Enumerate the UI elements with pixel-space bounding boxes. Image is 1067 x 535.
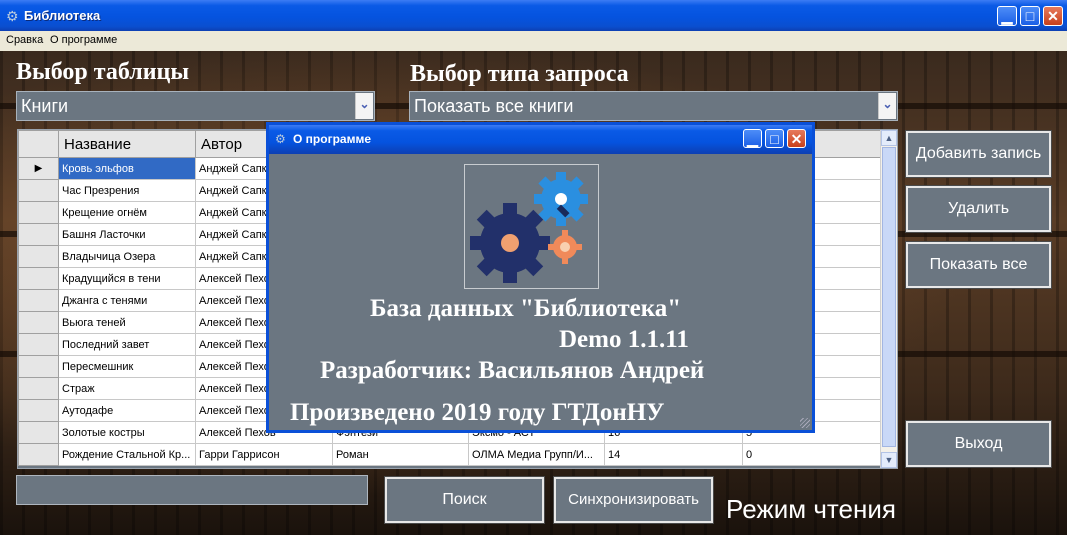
cell-title[interactable]: Час Презрения <box>58 179 196 202</box>
minimize-icon: ▁ <box>747 131 758 147</box>
cell-title[interactable]: Рождение Стальной Кр... <box>58 443 196 466</box>
search-button[interactable]: Поиск <box>384 476 545 524</box>
row-header[interactable]: ▶ <box>18 157 59 180</box>
grid-vertical-scrollbar[interactable]: ▲ ▼ <box>880 130 897 468</box>
maximize-icon: □ <box>1025 8 1035 24</box>
scroll-up-button[interactable]: ▲ <box>881 130 897 146</box>
cell-title[interactable]: Последний завет <box>58 333 196 356</box>
delete-button[interactable]: Удалить <box>905 185 1052 233</box>
menu-item-about[interactable]: О программе <box>50 34 117 46</box>
cell-count[interactable]: 14 <box>604 443 743 466</box>
table-row[interactable]: Рождение Стальной Кр... Гарри Гаррисон Ром… <box>18 443 881 466</box>
cell-title[interactable]: Золотые костры <box>58 421 196 444</box>
query-select-label: Выбор типа запроса <box>410 61 629 87</box>
row-header[interactable] <box>18 223 59 246</box>
cell-title[interactable]: Башня Ласточки <box>58 223 196 246</box>
menu-bar: Сравка О программе <box>0 31 1067 51</box>
cell-title[interactable]: Вьюга теней <box>58 311 196 334</box>
cell-title[interactable]: Аутодафе <box>58 399 196 422</box>
menu-item-spravka[interactable]: Сравка <box>6 34 43 46</box>
maximize-button[interactable]: □ <box>1020 6 1040 26</box>
cell-available[interactable]: 0 <box>742 443 881 466</box>
search-input[interactable] <box>16 475 368 505</box>
chevron-down-icon: ⌄ <box>359 97 370 111</box>
exit-button[interactable]: Выход <box>905 420 1052 468</box>
row-header[interactable] <box>18 245 59 268</box>
row-header[interactable] <box>18 443 59 466</box>
about-dialog-title: О программе <box>293 132 372 146</box>
cell-title[interactable]: Кровь эльфов <box>58 157 196 180</box>
row-header[interactable] <box>18 201 59 224</box>
mode-label: Режим чтения <box>726 494 896 524</box>
row-header[interactable] <box>18 399 59 422</box>
row-header[interactable] <box>18 179 59 202</box>
dialog-maximize-button[interactable]: □ <box>765 129 784 148</box>
row-header[interactable] <box>18 267 59 290</box>
sync-button[interactable]: Синхронизировать <box>553 476 714 524</box>
app-logo <box>464 164 599 289</box>
table-select-value: Книги <box>21 96 69 116</box>
dialog-close-button[interactable]: ✕ <box>787 129 806 148</box>
cell-title[interactable]: Крещение огнём <box>58 201 196 224</box>
gear-icon: ⚙ <box>6 8 19 24</box>
minimize-button[interactable]: ▁ <box>997 6 1017 26</box>
main-titlebar[interactable]: ⚙ Библиотека ▁ □ ✕ <box>0 0 1067 31</box>
row-header[interactable] <box>18 311 59 334</box>
cell-title[interactable]: Владычица Озера <box>58 245 196 268</box>
window-title: Библиотека <box>24 8 101 23</box>
query-select[interactable]: Показать все книги ⌄ <box>409 91 898 121</box>
gear-icon: ⚙ <box>275 132 286 146</box>
resize-grip[interactable] <box>800 418 810 428</box>
about-dialog: ⚙ О программе ▁ □ ✕ База данных "Библиот… <box>266 122 815 433</box>
chevron-down-icon: ⌄ <box>882 97 893 111</box>
about-app-name: База данных "Библиотека" <box>370 295 682 322</box>
add-record-button[interactable]: Добавить запись <box>905 130 1052 178</box>
about-produced: Произведено 2019 году ГТДонНУ <box>290 399 665 426</box>
table-select-label: Выбор таблицы <box>16 59 190 85</box>
cell-title[interactable]: Крадущийся в тени <box>58 267 196 290</box>
close-button[interactable]: ✕ <box>1043 6 1063 26</box>
minimize-icon: ▁ <box>1001 8 1013 24</box>
cell-title[interactable]: Джанга с тенями <box>58 289 196 312</box>
row-header[interactable] <box>18 289 59 312</box>
query-select-dropdown-button[interactable]: ⌄ <box>878 93 896 119</box>
column-header-title[interactable]: Название <box>58 130 196 158</box>
gears-icon <box>470 172 588 283</box>
row-header[interactable] <box>18 355 59 378</box>
cell-author[interactable]: Гарри Гаррисон <box>195 443 333 466</box>
cell-publisher[interactable]: ОЛМА Медиа Групп/И... <box>468 443 605 466</box>
row-header[interactable] <box>18 421 59 444</box>
close-icon: ✕ <box>790 131 803 147</box>
show-all-button[interactable]: Показать все <box>905 241 1052 289</box>
table-select[interactable]: Книги ⌄ <box>16 91 375 121</box>
cell-title[interactable]: Пересмешник <box>58 355 196 378</box>
cell-genre[interactable]: Роман <box>332 443 469 466</box>
grid-corner-header[interactable] <box>18 130 59 158</box>
close-icon: ✕ <box>1047 8 1059 24</box>
about-developer: Разработчик: Васильянов Андрей <box>320 357 705 384</box>
table-select-dropdown-button[interactable]: ⌄ <box>355 93 373 119</box>
about-dialog-titlebar[interactable]: ⚙ О программе ▁ □ ✕ <box>269 125 812 154</box>
row-header[interactable] <box>18 333 59 356</box>
row-header[interactable] <box>18 377 59 400</box>
query-select-value: Показать все книги <box>414 96 574 116</box>
scroll-thumb[interactable] <box>882 147 896 447</box>
about-version: Demo 1.1.11 <box>559 326 689 353</box>
cell-title[interactable]: Страж <box>58 377 196 400</box>
maximize-icon: □ <box>770 131 779 147</box>
scroll-down-button[interactable]: ▼ <box>881 452 897 468</box>
dialog-minimize-button[interactable]: ▁ <box>743 129 762 148</box>
